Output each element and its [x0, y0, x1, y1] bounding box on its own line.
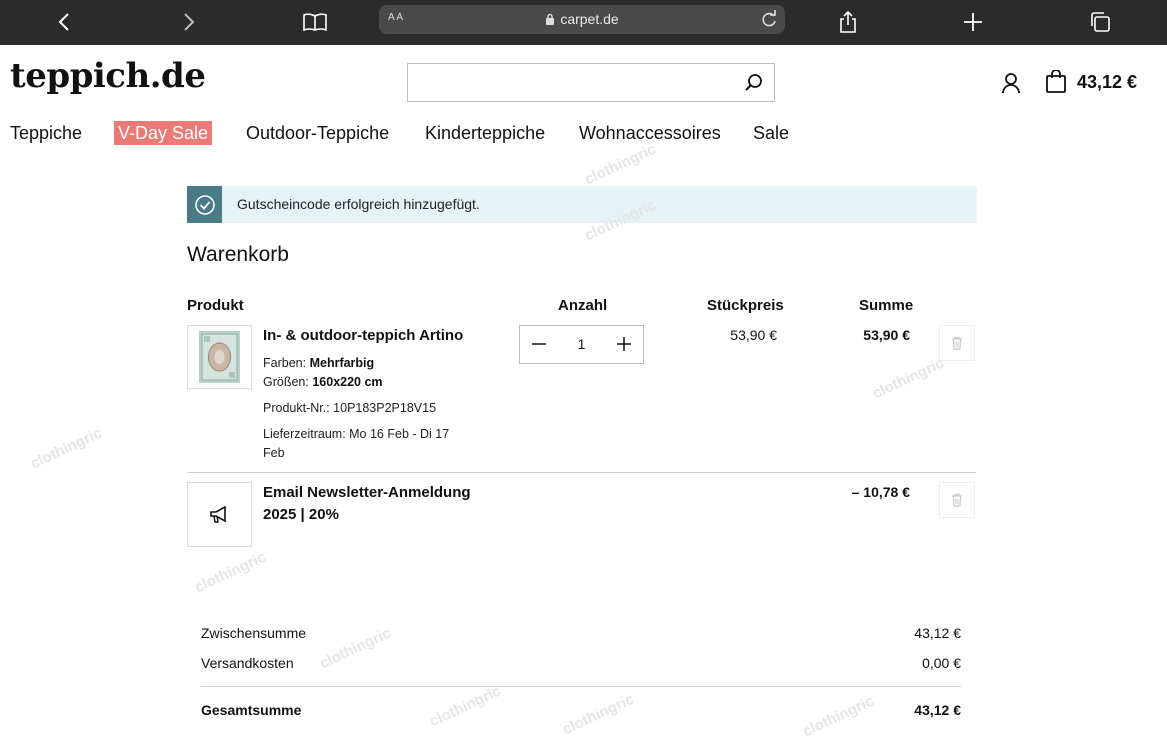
header-product: Produkt	[187, 297, 244, 314]
forward-icon[interactable]	[175, 8, 203, 36]
subtotal-value: 43,12 €	[914, 625, 961, 641]
bookmarks-icon[interactable]	[301, 8, 329, 36]
header-quantity: Anzahl	[558, 297, 608, 314]
coupon-thumbnail	[187, 482, 252, 547]
nav-item-kinderteppiche[interactable]: Kinderteppiche	[425, 121, 545, 145]
subtotal-label: Zwischensumme	[201, 625, 307, 641]
success-notice: Gutscheincode erfolgreich hinzugefügt.	[187, 186, 977, 223]
rug-image	[199, 331, 240, 383]
product-thumbnail[interactable]	[187, 325, 252, 389]
search-icon[interactable]	[744, 73, 764, 98]
remove-item-button[interactable]	[939, 325, 975, 361]
shipping-value: 0,00 €	[922, 655, 961, 671]
notice-text: Gutscheincode erfolgreich hinzugefügt.	[237, 196, 480, 212]
remove-coupon-button[interactable]	[939, 482, 975, 518]
color-label: Farben:	[263, 356, 307, 370]
product-color: Farben: Mehrfarbig	[263, 356, 374, 370]
watermark: clothingric	[27, 424, 105, 473]
watermark: clothingric	[191, 548, 269, 597]
address-bar[interactable]: A A carpet.de	[379, 5, 785, 34]
page-title: Warenkorb	[187, 243, 289, 266]
tabs-icon[interactable]	[1086, 8, 1114, 36]
lock-icon	[545, 12, 555, 28]
delivery-line-2: Feb	[263, 446, 285, 460]
nav-item-teppiche[interactable]: Teppiche	[10, 121, 82, 145]
trash-icon	[952, 493, 962, 507]
watermark: clothingric	[426, 682, 504, 731]
nav-item-sale[interactable]: Sale	[753, 121, 789, 145]
plus-icon[interactable]	[615, 335, 633, 353]
product-name[interactable]: In- & outdoor-teppich Artino	[263, 327, 463, 344]
url-text: carpet.de	[560, 11, 619, 27]
size-label: Größen:	[263, 375, 309, 389]
line-total: 53,90 €	[863, 327, 910, 343]
watermark: clothingric	[581, 140, 659, 189]
watermark: clothingric	[559, 690, 637, 739]
delivery-line-1: Lieferzeitraum: Mo 16 Feb - Di 17	[263, 427, 450, 441]
trash-icon	[952, 336, 962, 350]
header-unit-price: Stückpreis	[707, 297, 784, 314]
reload-icon[interactable]	[759, 9, 779, 34]
nav-item-v-day-sale[interactable]: V-Day Sale	[114, 121, 213, 145]
quantity-stepper: 1	[519, 325, 644, 364]
new-tab-icon[interactable]	[959, 8, 987, 36]
summary-divider	[201, 686, 961, 687]
color-value: Mehrfarbig	[309, 356, 375, 370]
nav-item-outdoor-teppiche[interactable]: Outdoor-Teppiche	[246, 121, 389, 145]
product-sku: Produkt-Nr.: 10P183P2P18V15	[263, 401, 437, 415]
watermark: clothingric	[799, 692, 877, 740]
unit-price: 53,90 €	[730, 327, 777, 343]
grand-total-value: 43,12 €	[914, 702, 961, 718]
cart-bag-icon[interactable]	[1044, 69, 1068, 99]
product-size: Größen: 160x220 cm	[263, 375, 383, 389]
browser-toolbar: A A carpet.de	[0, 0, 1167, 45]
size-value: 160x220 cm	[312, 375, 383, 389]
check-circle-icon	[187, 186, 222, 223]
grand-total-label: Gesamtsumme	[201, 702, 302, 718]
megaphone-icon	[209, 505, 226, 523]
row-divider	[187, 472, 976, 473]
back-icon[interactable]	[50, 8, 78, 36]
watermark: clothingric	[869, 354, 947, 403]
search-input[interactable]	[407, 63, 775, 102]
watermark: clothingric	[316, 624, 394, 673]
coupon-name-line-2: 2025 | 20%	[263, 506, 339, 523]
account-icon[interactable]	[1000, 71, 1022, 100]
site-logo[interactable]: teppich.de	[10, 56, 206, 96]
coupon-discount: – 10,78 €	[851, 484, 910, 500]
coupon-name-line-1: Email Newsletter-Anmeldung	[263, 484, 471, 501]
header-cart-total[interactable]: 43,12 €	[1077, 72, 1137, 93]
share-icon[interactable]	[834, 8, 862, 36]
shipping-label: Versandkosten	[201, 655, 294, 671]
header-total: Summe	[859, 297, 914, 314]
